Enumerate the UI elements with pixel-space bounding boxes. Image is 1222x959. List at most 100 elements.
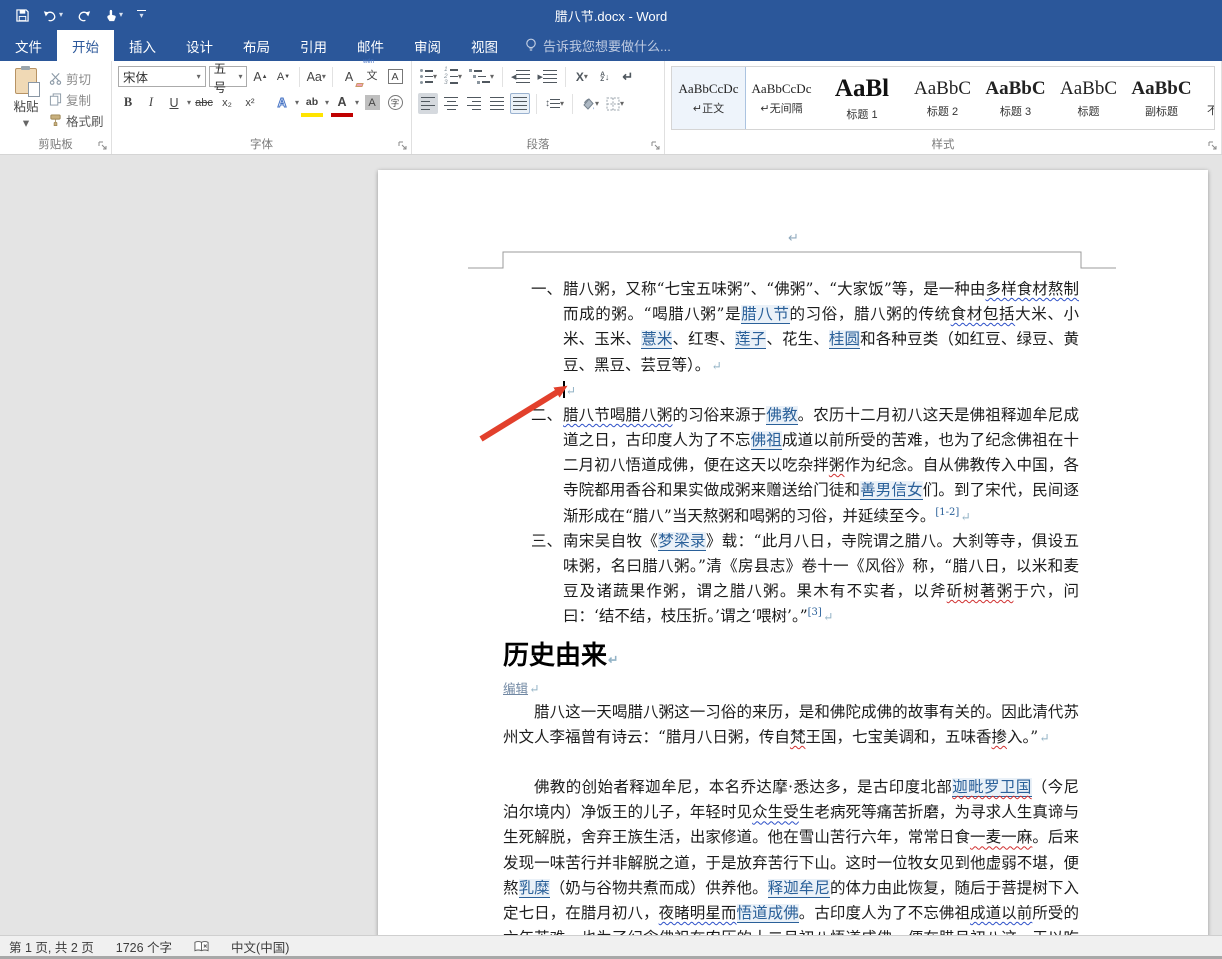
text-effects-button[interactable]: A xyxy=(272,92,292,113)
doc-link[interactable]: 梦梁录 xyxy=(658,532,706,551)
edit-link[interactable]: 编辑 xyxy=(503,681,528,696)
multilevel-list-button[interactable]: ▾ xyxy=(467,66,496,87)
doc-link[interactable]: 悟道成佛 xyxy=(737,904,799,923)
format-painter-button[interactable]: 格式刷 xyxy=(49,111,104,129)
numbering-button[interactable]: ▾ xyxy=(442,66,464,87)
style-item-4[interactable]: AaBbC标题 2 xyxy=(906,67,979,129)
tab-file[interactable]: 文件 xyxy=(0,30,57,61)
tab-mailings[interactable]: 邮件 xyxy=(342,30,399,61)
align-left-button[interactable] xyxy=(418,93,438,114)
clear-formatting-button[interactable]: A xyxy=(339,66,359,87)
doc-link[interactable]: 乳糜 xyxy=(519,879,550,898)
tab-design[interactable]: 设计 xyxy=(171,30,228,61)
save-icon[interactable] xyxy=(16,9,29,22)
tab-view[interactable]: 视图 xyxy=(456,30,513,61)
enclose-characters-button[interactable]: 字 xyxy=(385,92,405,113)
undo-dropdown-icon[interactable]: ▾ xyxy=(59,11,63,19)
font-size-select[interactable]: 五号▾ xyxy=(209,66,248,87)
doc-link[interactable]: 善男信女 xyxy=(860,481,923,500)
decrease-indent-button[interactable]: ◀ xyxy=(509,66,532,87)
document-body[interactable]: 一、 腊八粥，又称“七宝五味粥”、“佛粥”、“大家饭”等，是一种由多样食材熬制而… xyxy=(503,277,1079,935)
proofing-status-button[interactable] xyxy=(194,940,209,953)
sort-button[interactable]: AZ↓ xyxy=(595,66,615,87)
doc-link[interactable]: 佛教 xyxy=(766,406,797,425)
document-page[interactable]: ↵ 一、 腊八粥，又称“七宝五味粥”、“佛粥”、“大家饭”等，是一种由多样食材熬… xyxy=(378,170,1208,935)
justify-button[interactable] xyxy=(487,93,507,114)
tab-review[interactable]: 审阅 xyxy=(399,30,456,61)
underline-dropdown-icon[interactable]: ▾ xyxy=(187,99,191,107)
change-case-button[interactable]: Aa▾ xyxy=(306,66,326,87)
paste-dropdown-icon[interactable]: ▾ xyxy=(23,117,29,130)
show-marks-button[interactable]: ↵ xyxy=(618,66,638,87)
align-center-button[interactable] xyxy=(441,93,461,114)
style-label: ↵正文 xyxy=(693,100,724,116)
cut-button[interactable]: 剪切 xyxy=(49,69,104,87)
subscript-button[interactable]: x₂ xyxy=(217,92,237,113)
underline-button[interactable]: U xyxy=(164,92,184,113)
font-group-label: 字体 xyxy=(112,136,411,152)
style-item-6[interactable]: AaBbC标题 xyxy=(1052,67,1125,129)
font-dialog-launcher[interactable] xyxy=(398,141,408,151)
style-item-2[interactable]: AaBbCcDc↵无间隔 xyxy=(745,67,818,129)
phonetic-guide-button[interactable]: wén文 xyxy=(362,66,382,87)
status-word-count[interactable]: 1726 个字 xyxy=(116,937,172,956)
borders-button[interactable]: ▾ xyxy=(604,93,626,114)
style-item-7[interactable]: AaBbC副标题 xyxy=(1125,67,1198,129)
doc-link[interactable]: 迦毗罗卫国 xyxy=(952,778,1031,797)
strikethrough-button[interactable]: abc xyxy=(194,92,214,113)
doc-link[interactable]: 佛祖 xyxy=(751,431,782,450)
tell-me-box[interactable]: 告诉我您想要做什么... xyxy=(513,30,683,61)
paragraph-dialog-launcher[interactable] xyxy=(651,141,661,151)
font-name-select[interactable]: 宋体▾ xyxy=(118,66,206,87)
style-item-5[interactable]: AaBbC标题 3 xyxy=(979,67,1052,129)
asian-layout-button[interactable]: X▾ xyxy=(572,66,592,87)
doc-link[interactable]: 莲子 xyxy=(735,330,766,349)
document-canvas[interactable]: ↵ 一、 腊八粥，又称“七宝五味粥”、“佛粥”、“大家饭”等，是一种由多样食材熬… xyxy=(0,155,1222,935)
touch-mode-dropdown-icon[interactable]: ▾ xyxy=(119,11,123,19)
grow-font-button[interactable]: A▲ xyxy=(250,66,270,87)
shrink-font-button[interactable]: A▼ xyxy=(273,66,293,87)
style-item-8[interactable]: AaB不明显强调 xyxy=(1198,67,1215,129)
status-page-count[interactable]: 第 1 页, 共 2 页 xyxy=(9,937,94,956)
touch-mode-button[interactable]: ▾ xyxy=(105,9,123,22)
status-language[interactable]: 中文(中国) xyxy=(231,937,289,956)
undo-button[interactable]: ▾ xyxy=(43,9,63,22)
align-right-button[interactable] xyxy=(464,93,484,114)
shading-button[interactable]: ▾ xyxy=(579,93,601,114)
tab-insert[interactable]: 插入 xyxy=(114,30,171,61)
tab-layout[interactable]: 布局 xyxy=(228,30,285,61)
paste-button[interactable]: 粘贴 ▾ xyxy=(6,66,46,130)
clipboard-dialog-launcher[interactable] xyxy=(98,141,108,151)
bullets-button[interactable]: ▾ xyxy=(418,66,439,87)
doc-link[interactable]: 腊八节 xyxy=(741,305,789,324)
doc-link[interactable]: 薏米 xyxy=(641,330,672,349)
character-border-button[interactable]: A xyxy=(385,66,405,87)
increase-indent-button[interactable]: ▶ xyxy=(535,66,558,87)
superscript-button[interactable]: x² xyxy=(240,92,260,113)
doc-link[interactable]: 桂圆 xyxy=(829,330,860,349)
font-color-button[interactable]: A xyxy=(332,92,352,113)
line-spacing-button[interactable]: ↕▾ xyxy=(543,93,566,114)
styles-group-label: 样式 xyxy=(665,136,1221,152)
style-item-1[interactable]: AaBbCcDc↵正文 xyxy=(672,67,745,129)
doc-text-segment: 腊八节喝腊八粥 xyxy=(563,406,672,424)
character-shading-button[interactable]: A xyxy=(362,92,382,113)
style-item-3[interactable]: AaBl标题 1 xyxy=(818,67,906,129)
doc-link[interactable]: 释迦牟尼 xyxy=(768,879,830,898)
distributed-icon xyxy=(513,97,527,110)
highlight-button[interactable]: ab xyxy=(302,92,322,113)
italic-button[interactable]: I xyxy=(141,92,161,113)
style-label: 标题 xyxy=(1078,103,1100,119)
styles-dialog-launcher[interactable] xyxy=(1208,141,1218,151)
distributed-button[interactable] xyxy=(510,93,530,114)
empty-paragraph[interactable]: ↵ xyxy=(503,378,1079,403)
redo-button[interactable] xyxy=(77,9,91,22)
doc-paragraph-2: 佛教的创始者释迦牟尼，本名乔达摩·悉达多，是古印度北部迦毗罗卫国（今尼泊尔境内）… xyxy=(503,775,1079,935)
tab-home[interactable]: 开始 xyxy=(57,30,114,61)
qat-customize-icon[interactable]: ▾ xyxy=(137,10,146,21)
decrease-indent-icon xyxy=(516,70,530,83)
bold-button[interactable]: B xyxy=(118,92,138,113)
tab-references[interactable]: 引用 xyxy=(285,30,342,61)
list-item-3: 三、 南宋吴自牧《梦梁录》载：“此月八日，寺院谓之腊八。大刹等寺，俱设五味粥，名… xyxy=(503,529,1079,630)
copy-button[interactable]: 复制 xyxy=(49,90,104,108)
